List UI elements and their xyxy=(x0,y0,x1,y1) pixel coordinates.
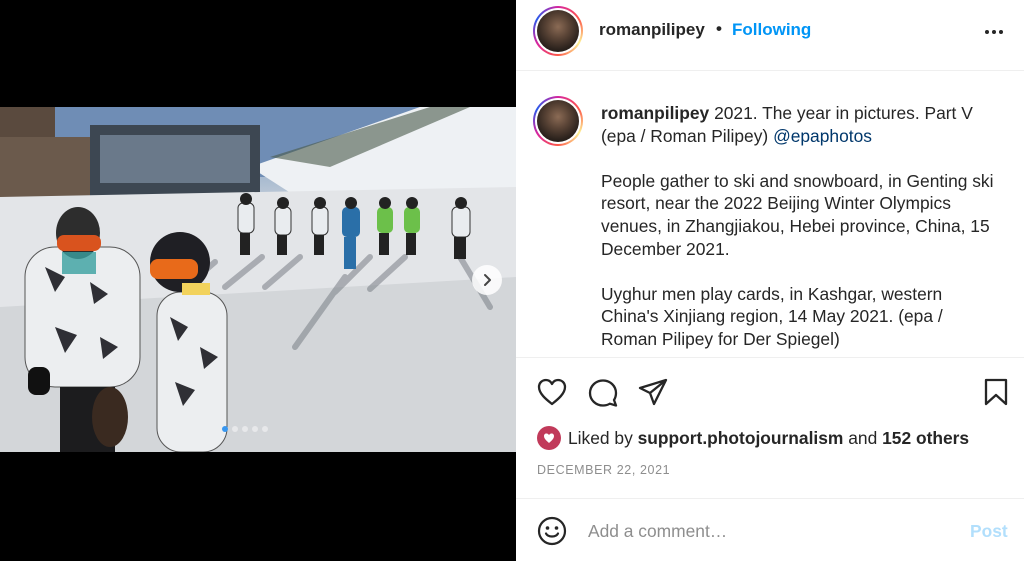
post-photo[interactable] xyxy=(0,107,516,452)
post-media xyxy=(0,0,516,561)
more-horizontal-icon xyxy=(985,30,989,34)
likes-connector: and xyxy=(848,427,878,448)
carousel-dot xyxy=(242,426,248,432)
carousel-dot xyxy=(252,426,258,432)
carousel-dot xyxy=(232,426,238,432)
header-separator: • xyxy=(716,19,722,38)
smiley-icon xyxy=(537,516,567,546)
post-date[interactable]: DECEMBER 22, 2021 xyxy=(537,463,670,477)
comment-input[interactable] xyxy=(588,516,958,546)
post-comment-button[interactable]: Post xyxy=(970,521,1008,542)
liker-username[interactable]: support.photojournalism xyxy=(638,428,844,448)
comment-button[interactable] xyxy=(588,378,618,413)
carousel-indicator xyxy=(222,426,268,432)
more-options-button[interactable] xyxy=(983,22,1005,42)
paper-plane-icon xyxy=(638,378,668,406)
like-button[interactable] xyxy=(537,378,567,411)
carousel-next-button[interactable] xyxy=(472,265,502,295)
following-button[interactable]: Following xyxy=(732,20,811,40)
liker-avatar[interactable] xyxy=(537,426,561,450)
ski-resort-photo xyxy=(0,107,516,452)
caption-paragraph: Uyghur men play cards, in Kashgar, weste… xyxy=(601,283,943,349)
chevron-right-icon xyxy=(484,274,491,286)
caption-paragraph: People gather to ski and snowboard, in G… xyxy=(601,170,994,259)
likes-prefix: Liked by xyxy=(568,427,633,448)
heart-icon xyxy=(544,433,554,443)
save-button[interactable] xyxy=(984,378,1008,411)
post-caption: romanpilipey 2021. The year in pictures.… xyxy=(601,102,996,357)
carousel-dot xyxy=(262,426,268,432)
bookmark-icon xyxy=(984,378,1008,406)
action-bar xyxy=(516,357,1024,425)
emoji-button[interactable] xyxy=(537,516,567,551)
share-button[interactable] xyxy=(638,378,668,411)
avatar[interactable] xyxy=(533,6,583,56)
likes-count-link[interactable]: 152 others xyxy=(882,428,969,448)
post-header: romanpilipey • Following xyxy=(516,0,1024,71)
carousel-dot xyxy=(222,426,228,432)
caption-mention[interactable]: @epaphotos xyxy=(773,126,872,146)
heart-icon xyxy=(537,378,567,406)
caption-username[interactable]: romanpilipey xyxy=(601,103,709,123)
comment-icon xyxy=(588,379,618,407)
likes-summary: Liked by support.photojournalism and 152… xyxy=(537,426,969,450)
comments-scroll-area[interactable]: romanpilipey 2021. The year in pictures.… xyxy=(516,71,1024,357)
post-details-panel: romanpilipey • Following romanpilipey 20… xyxy=(516,0,1024,561)
post-username[interactable]: romanpilipey xyxy=(599,20,705,40)
comment-composer: Post xyxy=(516,498,1024,561)
caption-avatar[interactable] xyxy=(533,96,583,146)
